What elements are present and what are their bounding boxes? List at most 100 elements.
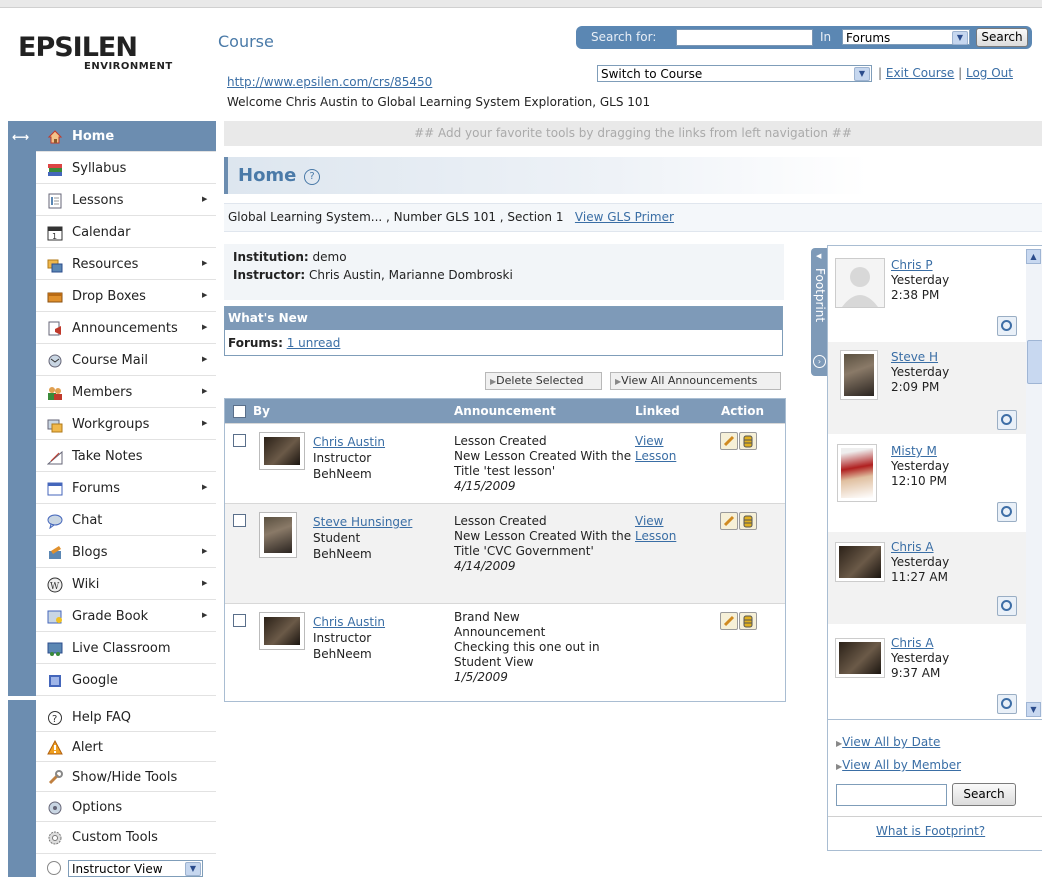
delete-selected-button[interactable]: ▶Delete Selected — [485, 372, 602, 390]
footprint-time: 12:10 PM — [891, 474, 947, 488]
footprint-name-link[interactable]: Chris A — [891, 540, 949, 555]
books-icon — [47, 161, 63, 177]
footprint-scrollbar[interactable]: ▲ ▼ — [1026, 249, 1042, 717]
alert-icon — [47, 739, 63, 756]
footprint-name-link[interactable]: Chris A — [891, 636, 949, 651]
scroll-down-icon[interactable]: ▼ — [1026, 702, 1041, 717]
delete-bin-icon[interactable] — [739, 612, 757, 630]
forums-unread-link[interactable]: 1 unread — [287, 336, 341, 350]
view-all-by-date-link[interactable]: View All by Date — [842, 735, 940, 749]
nav-item-announcements[interactable]: Announcements ▶ — [36, 313, 216, 344]
search-scope-select[interactable]: Forums ▼ — [842, 29, 970, 45]
nav-item-wiki[interactable]: W Wiki ▶ — [36, 569, 216, 600]
search-input[interactable] — [676, 29, 813, 46]
nav-item-workgroups[interactable]: Workgroups ▶ — [36, 409, 216, 440]
what-is-footprint-link[interactable]: What is Footprint? — [876, 824, 985, 838]
announcement-title: Lesson Created — [454, 514, 547, 528]
row-checkbox[interactable] — [233, 434, 246, 447]
nav-item-members[interactable]: Members ▶ — [36, 377, 216, 408]
delete-bin-icon[interactable] — [739, 512, 757, 530]
magnifier-icon[interactable] — [997, 694, 1017, 714]
row-checkbox[interactable] — [233, 514, 246, 527]
view-primer-link[interactable]: View GLS Primer — [575, 210, 674, 224]
view-mode-select[interactable]: Instructor View ▼ — [68, 860, 203, 877]
expand-arrows-icon[interactable]: ⟷ — [12, 130, 29, 144]
tool-show-hide[interactable]: Show/Hide Tools — [36, 762, 216, 792]
footprint-search-input[interactable] — [836, 784, 947, 806]
svg-text:?: ? — [52, 714, 57, 725]
magnifier-icon[interactable] — [997, 596, 1017, 616]
edit-pencil-icon[interactable] — [720, 612, 738, 630]
linked-view-link[interactable]: View — [635, 434, 676, 449]
linked-view-link[interactable]: View — [635, 514, 676, 529]
table-row: Chris Austin Instructor BehNeem Lesson C… — [225, 423, 785, 503]
search-button[interactable]: Search — [976, 28, 1028, 47]
author-link[interactable]: Steve Hunsinger — [313, 514, 412, 530]
nav-item-take-notes[interactable]: Take Notes — [36, 441, 216, 472]
col-by: By — [253, 404, 270, 418]
footprint-time: 2:38 PM — [891, 288, 940, 302]
announcement-date: 4/15/2009 — [454, 479, 516, 493]
nav-item-course-mail[interactable]: Course Mail ▶ — [36, 345, 216, 376]
nav-item-resources[interactable]: Resources ▶ — [36, 249, 216, 280]
chevron-right-icon: ▶ — [202, 323, 208, 331]
nav-item-chat[interactable]: Chat — [36, 505, 216, 536]
magnifier-icon[interactable] — [997, 410, 1017, 430]
nav-item-grade-book[interactable]: Grade Book ▶ — [36, 601, 216, 632]
favorites-bar[interactable]: ## Add your favorite tools by dragging t… — [224, 121, 1042, 146]
delete-bin-icon[interactable] — [739, 432, 757, 450]
magnifier-icon[interactable] — [997, 316, 1017, 336]
workgroups-icon — [47, 417, 63, 433]
tool-custom-tools[interactable]: Custom Tools — [36, 822, 216, 854]
footprint-name-link[interactable]: Chris P — [891, 258, 949, 273]
nav-item-drop-boxes[interactable]: Drop Boxes ▶ — [36, 281, 216, 312]
members-icon — [47, 385, 63, 401]
edit-pencil-icon[interactable] — [720, 432, 738, 450]
nav-label: Syllabus — [72, 161, 127, 176]
dropbox-icon — [47, 289, 63, 305]
table-row: Chris Austin Instructor BehNeem Brand Ne… — [225, 603, 785, 701]
nav-label: Blogs — [72, 545, 108, 560]
blogs-icon — [47, 545, 63, 561]
linked-lesson-link[interactable]: Lesson — [635, 529, 676, 544]
author-link[interactable]: Chris Austin — [313, 614, 385, 630]
linked-lesson-link[interactable]: Lesson — [635, 449, 676, 464]
announcement-title: Lesson Created — [454, 434, 547, 448]
exit-course-link[interactable]: Exit Course — [886, 66, 954, 80]
row-checkbox[interactable] — [233, 614, 246, 627]
course-url-link[interactable]: http://www.epsilen.com/crs/85450 — [227, 75, 432, 89]
chat-icon — [47, 513, 63, 530]
instructor-label: Instructor: — [233, 268, 306, 282]
log-out-link[interactable]: Log Out — [966, 66, 1013, 80]
footprint-tab[interactable]: ◀ Footprint › — [811, 248, 828, 376]
nav-item-forums[interactable]: Forums ▶ — [36, 473, 216, 504]
view-all-announcements-button[interactable]: ▶View All Announcements — [610, 372, 781, 390]
footprint-name-link[interactable]: Misty M — [891, 444, 949, 459]
nav-item-home[interactable]: Home — [36, 121, 216, 152]
nav-item-blogs[interactable]: Blogs ▶ — [36, 537, 216, 568]
footprint-time: 9:37 AM — [891, 666, 941, 680]
footprint-search-button[interactable]: Search — [952, 783, 1016, 806]
gradebook-icon — [47, 609, 63, 625]
divider — [828, 719, 1042, 720]
header-links: | Exit Course | Log Out — [878, 66, 1013, 80]
nav-item-google[interactable]: Google — [36, 665, 216, 696]
scroll-up-icon[interactable]: ▲ — [1026, 249, 1041, 264]
view-all-by-member-link[interactable]: View All by Member — [842, 758, 961, 772]
switch-course-select[interactable]: Switch to Course ▼ — [597, 65, 872, 82]
select-all-checkbox[interactable] — [233, 405, 246, 418]
help-icon[interactable]: ? — [304, 169, 320, 185]
tool-alert[interactable]: Alert — [36, 732, 216, 762]
scroll-thumb[interactable] — [1027, 340, 1042, 384]
magnifier-icon[interactable] — [997, 502, 1017, 522]
nav-item-live-classroom[interactable]: Live Classroom — [36, 633, 216, 664]
edit-pencil-icon[interactable] — [720, 512, 738, 530]
nav-item-lessons[interactable]: Lessons ▶ — [36, 185, 216, 216]
tool-options[interactable]: Options — [36, 792, 216, 822]
epsilen-logo[interactable]: EPSILEN ENVIRONMENT — [18, 34, 198, 84]
author-link[interactable]: Chris Austin — [313, 434, 385, 450]
nav-item-calendar[interactable]: 1 Calendar — [36, 217, 216, 248]
footprint-name-link[interactable]: Steve H — [891, 350, 949, 365]
tool-help-faq[interactable]: ? Help FAQ — [36, 702, 216, 732]
nav-item-syllabus[interactable]: Syllabus — [36, 153, 216, 184]
